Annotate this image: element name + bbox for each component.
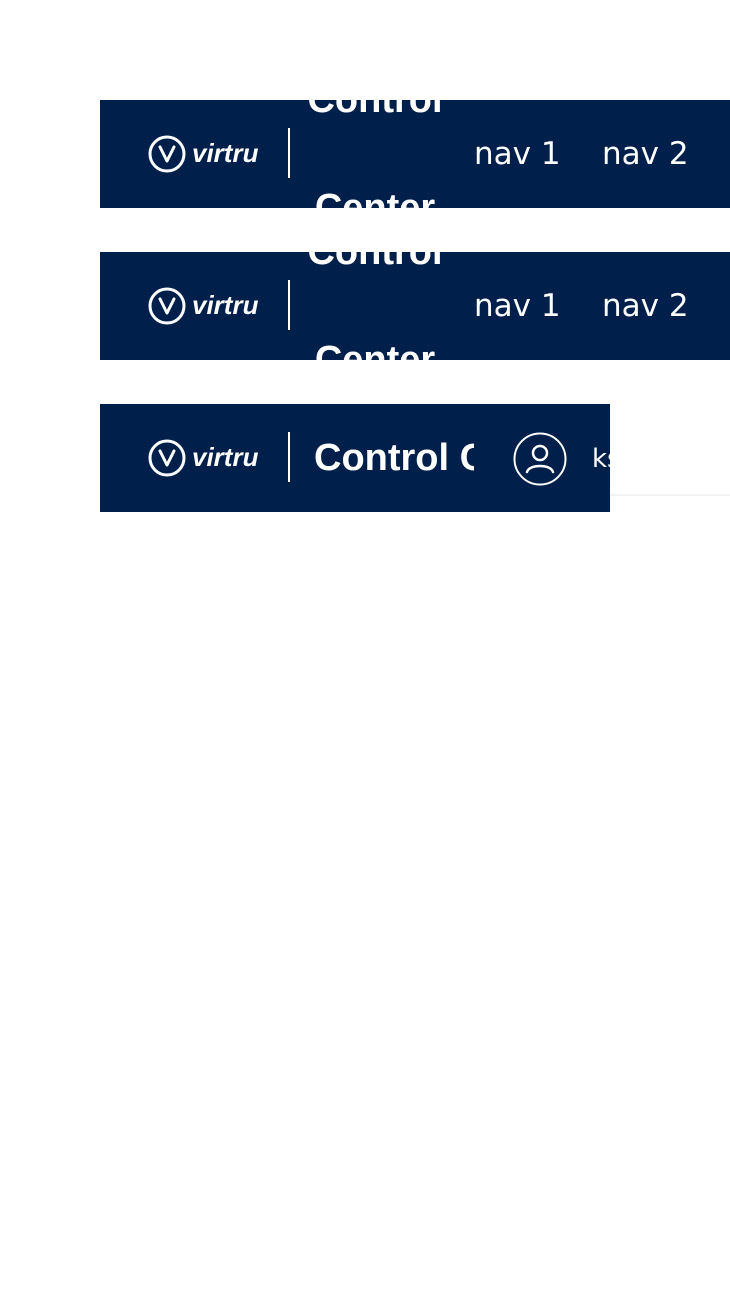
header-user-variant: virtru Control Center ks (100, 404, 610, 512)
logo-wordmark: virtru (192, 442, 259, 472)
page: virtru Control Center nav 1 nav 2 virtru… (0, 0, 730, 1294)
virtru-logo-icon[interactable]: virtru (148, 134, 266, 174)
header-nav-variant-2: virtru Control Center nav 1 nav 2 (100, 231, 730, 381)
header-nav-variant-1: virtru Control Center nav 1 nav 2 (100, 79, 730, 229)
user-name[interactable]: ks (592, 432, 610, 486)
virtru-logo-icon[interactable]: virtru (148, 438, 266, 478)
logo-wordmark: virtru (192, 138, 259, 168)
content-edge-line (610, 494, 730, 496)
user-avatar-icon[interactable] (513, 432, 567, 486)
nav-link-1[interactable]: nav 1 (474, 252, 561, 360)
nav-link-2[interactable]: nav 2 (602, 100, 689, 208)
logo-wordmark: virtru (192, 290, 259, 320)
product-title: Control Center (314, 437, 474, 479)
virtru-logo-icon[interactable]: virtru (148, 286, 266, 326)
header-divider (288, 432, 290, 482)
product-title: Control Center (307, 231, 443, 381)
nav-link-1[interactable]: nav 1 (474, 100, 561, 208)
nav-link-2[interactable]: nav 2 (602, 252, 689, 360)
